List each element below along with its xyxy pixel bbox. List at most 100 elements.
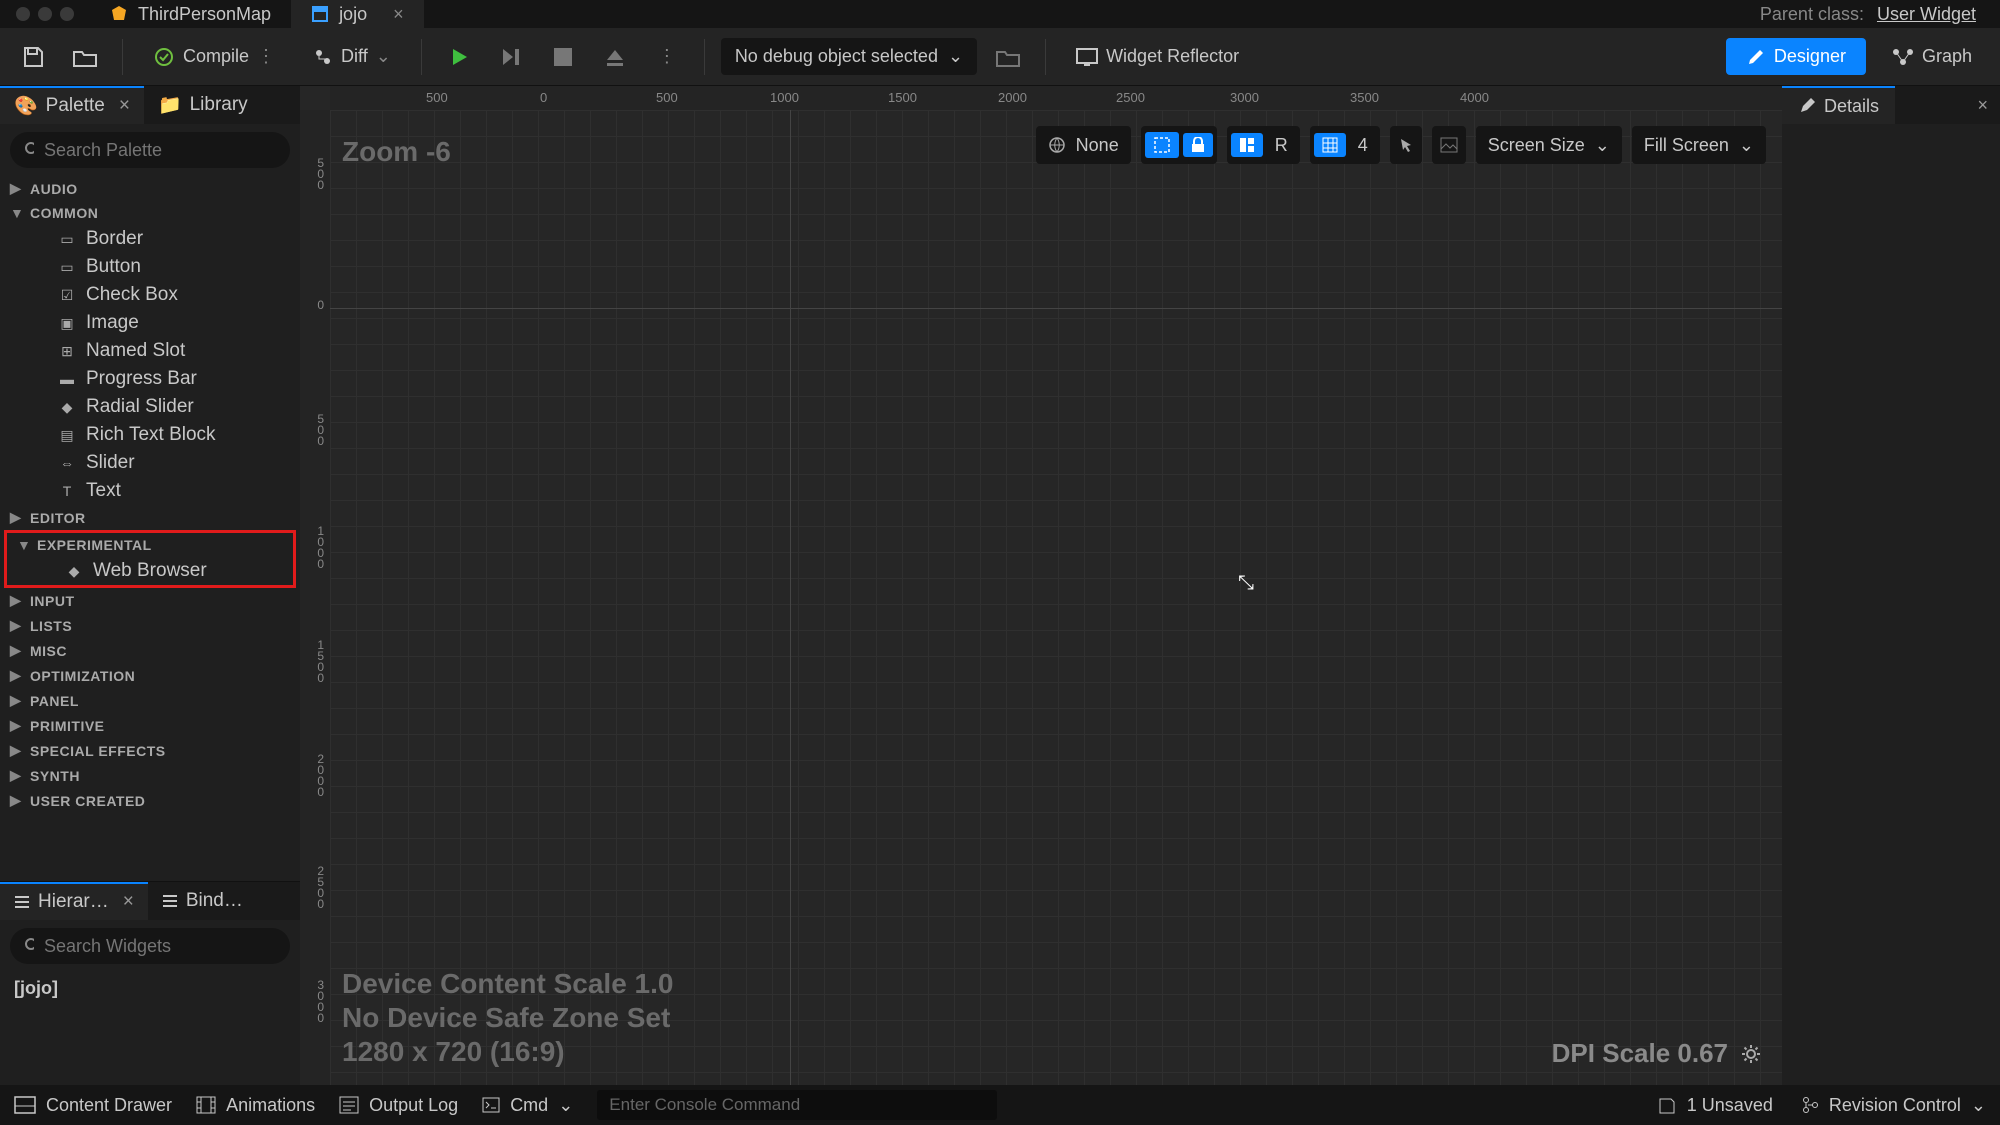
cat-editor[interactable]: ▶EDITOR: [0, 505, 300, 530]
cat-misc[interactable]: ▶MISC: [0, 638, 300, 663]
cat-optimization[interactable]: ▶OPTIMIZATION: [0, 663, 300, 688]
outline-lock-toggle[interactable]: [1141, 126, 1217, 164]
item-radial-slider[interactable]: ◆Radial Slider: [0, 393, 300, 421]
folder-icon: 📁: [158, 93, 182, 117]
close-icon[interactable]: ×: [393, 4, 404, 25]
output-log-button[interactable]: Output Log: [339, 1095, 458, 1116]
cat-lists[interactable]: ▶LISTS: [0, 613, 300, 638]
widget-icon: ▬: [58, 370, 76, 388]
find-in-browser-button[interactable]: [987, 36, 1029, 78]
image-tool[interactable]: [1432, 126, 1466, 164]
cat-common[interactable]: ▼COMMON: [0, 201, 300, 225]
widget-icon: ⊞: [58, 342, 76, 360]
search-palette-input[interactable]: [44, 140, 276, 161]
save-button[interactable]: [12, 36, 54, 78]
content-drawer-button[interactable]: Content Drawer: [14, 1095, 172, 1116]
save-stack-icon: [1657, 1096, 1677, 1114]
diff-button[interactable]: Diff ⌄: [299, 36, 405, 78]
cat-panel[interactable]: ▶PANEL: [0, 688, 300, 713]
r-label[interactable]: R: [1267, 131, 1296, 160]
screen-size-dropdown[interactable]: Screen Size⌄: [1476, 126, 1622, 164]
widget-icon: [311, 5, 329, 23]
animations-button[interactable]: Animations: [196, 1095, 315, 1116]
log-icon: [339, 1096, 359, 1114]
search-icon: [24, 141, 34, 159]
chevron-down-icon: ⌄: [376, 46, 391, 67]
terminal-icon: [482, 1097, 500, 1113]
drawer-icon: [14, 1096, 36, 1114]
image-icon: [1440, 137, 1458, 153]
tab-library[interactable]: 📁 Library: [144, 86, 262, 124]
hierarchy-root[interactable]: [jojo]: [0, 972, 300, 1005]
cat-audio[interactable]: ▶AUDIO: [0, 176, 300, 201]
layout-icon[interactable]: [1231, 133, 1263, 157]
revision-control-button[interactable]: Revision Control ⌄: [1801, 1095, 1986, 1116]
item-web-browser[interactable]: ◆Web Browser: [7, 557, 293, 585]
search-palette[interactable]: [10, 132, 290, 168]
item-text[interactable]: TText: [0, 477, 300, 505]
stop-button[interactable]: [542, 36, 584, 78]
close-icon[interactable]: ×: [123, 891, 134, 913]
grid-snap-toggle[interactable]: 4: [1310, 126, 1380, 164]
safe-zone: No Device Safe Zone Set: [342, 1001, 673, 1035]
dashed-outline-icon[interactable]: [1145, 132, 1179, 158]
compile-dropdown-icon[interactable]: ⋮: [257, 46, 275, 67]
item-slider[interactable]: ⇔Slider: [0, 449, 300, 477]
layout-r-toggle[interactable]: R: [1227, 126, 1300, 164]
cat-primitive[interactable]: ▶PRIMITIVE: [0, 713, 300, 738]
close-icon[interactable]: ×: [1965, 86, 2000, 124]
step-button[interactable]: [490, 36, 532, 78]
item-check-box[interactable]: ☑Check Box: [0, 281, 300, 309]
widget-icon: ▭: [58, 230, 76, 248]
parent-class-value[interactable]: User Widget: [1877, 4, 1976, 24]
reflector-label: Widget Reflector: [1106, 46, 1239, 67]
tab-hierarchy[interactable]: Hierar… ×: [0, 882, 148, 920]
canvas[interactable]: 5 0 005 0 01 0 0 01 5 0 02 0 0 02 5 0 03…: [300, 110, 1782, 1085]
widget-reflector-button[interactable]: Widget Reflector: [1062, 36, 1253, 78]
tab-widget[interactable]: jojo ×: [291, 0, 424, 28]
graph-mode-button[interactable]: Graph: [1876, 38, 1988, 75]
localization-button[interactable]: None: [1036, 126, 1131, 164]
item-image[interactable]: ▣Image: [0, 309, 300, 337]
play-button[interactable]: [438, 36, 480, 78]
compile-button[interactable]: Compile ⋮: [139, 36, 289, 78]
cursor-icon: [1398, 137, 1414, 153]
cat-user-created[interactable]: ▶USER CREATED: [0, 788, 300, 813]
cat-special-effects[interactable]: ▶SPECIAL EFFECTS: [0, 738, 300, 763]
item-named-slot[interactable]: ⊞Named Slot: [0, 337, 300, 365]
chevron-down-icon: ⌄: [1739, 135, 1754, 156]
highlight-experimental: ▼EXPERIMENTAL ◆Web Browser: [4, 530, 296, 588]
fill-screen-dropdown[interactable]: Fill Screen⌄: [1632, 126, 1766, 164]
tab-palette[interactable]: 🎨 Palette ×: [0, 86, 144, 124]
bind-icon: [162, 894, 178, 908]
cmd-dropdown[interactable]: Cmd ⌄: [482, 1095, 573, 1116]
debug-object-select[interactable]: No debug object selected ⌄: [721, 38, 977, 75]
unsaved-button[interactable]: 1 Unsaved: [1657, 1095, 1773, 1116]
browse-button[interactable]: [64, 36, 106, 78]
designer-mode-button[interactable]: Designer: [1726, 38, 1866, 75]
item-border[interactable]: ▭Border: [0, 225, 300, 253]
grid-value[interactable]: 4: [1350, 131, 1376, 160]
close-icon[interactable]: ×: [119, 95, 130, 117]
tab-bind[interactable]: Bind…: [148, 882, 257, 920]
item-rich-text-block[interactable]: ▤Rich Text Block: [0, 421, 300, 449]
play-options-icon[interactable]: ⋮: [646, 36, 688, 78]
chevron-down-icon: ⌄: [1971, 1095, 1986, 1116]
tab-map[interactable]: ThirdPersonMap: [90, 0, 291, 28]
tab-details[interactable]: Details: [1782, 86, 1895, 124]
bullet-icon: ◆: [65, 562, 83, 580]
lock-icon[interactable]: [1183, 133, 1213, 157]
search-widgets-input[interactable]: [44, 936, 276, 957]
console-input[interactable]: Enter Console Command: [597, 1090, 997, 1120]
tab-map-label: ThirdPersonMap: [138, 4, 271, 25]
item-progress-bar[interactable]: ▬Progress Bar: [0, 365, 300, 393]
cursor-tool[interactable]: [1390, 126, 1422, 164]
grid-icon[interactable]: [1314, 133, 1346, 157]
item-button[interactable]: ▭Button: [0, 253, 300, 281]
cat-input[interactable]: ▶INPUT: [0, 588, 300, 613]
gear-icon[interactable]: [1740, 1043, 1762, 1065]
cat-synth[interactable]: ▶SYNTH: [0, 763, 300, 788]
eject-button[interactable]: [594, 36, 636, 78]
search-widgets[interactable]: [10, 928, 290, 964]
cat-experimental[interactable]: ▼EXPERIMENTAL: [7, 533, 293, 557]
